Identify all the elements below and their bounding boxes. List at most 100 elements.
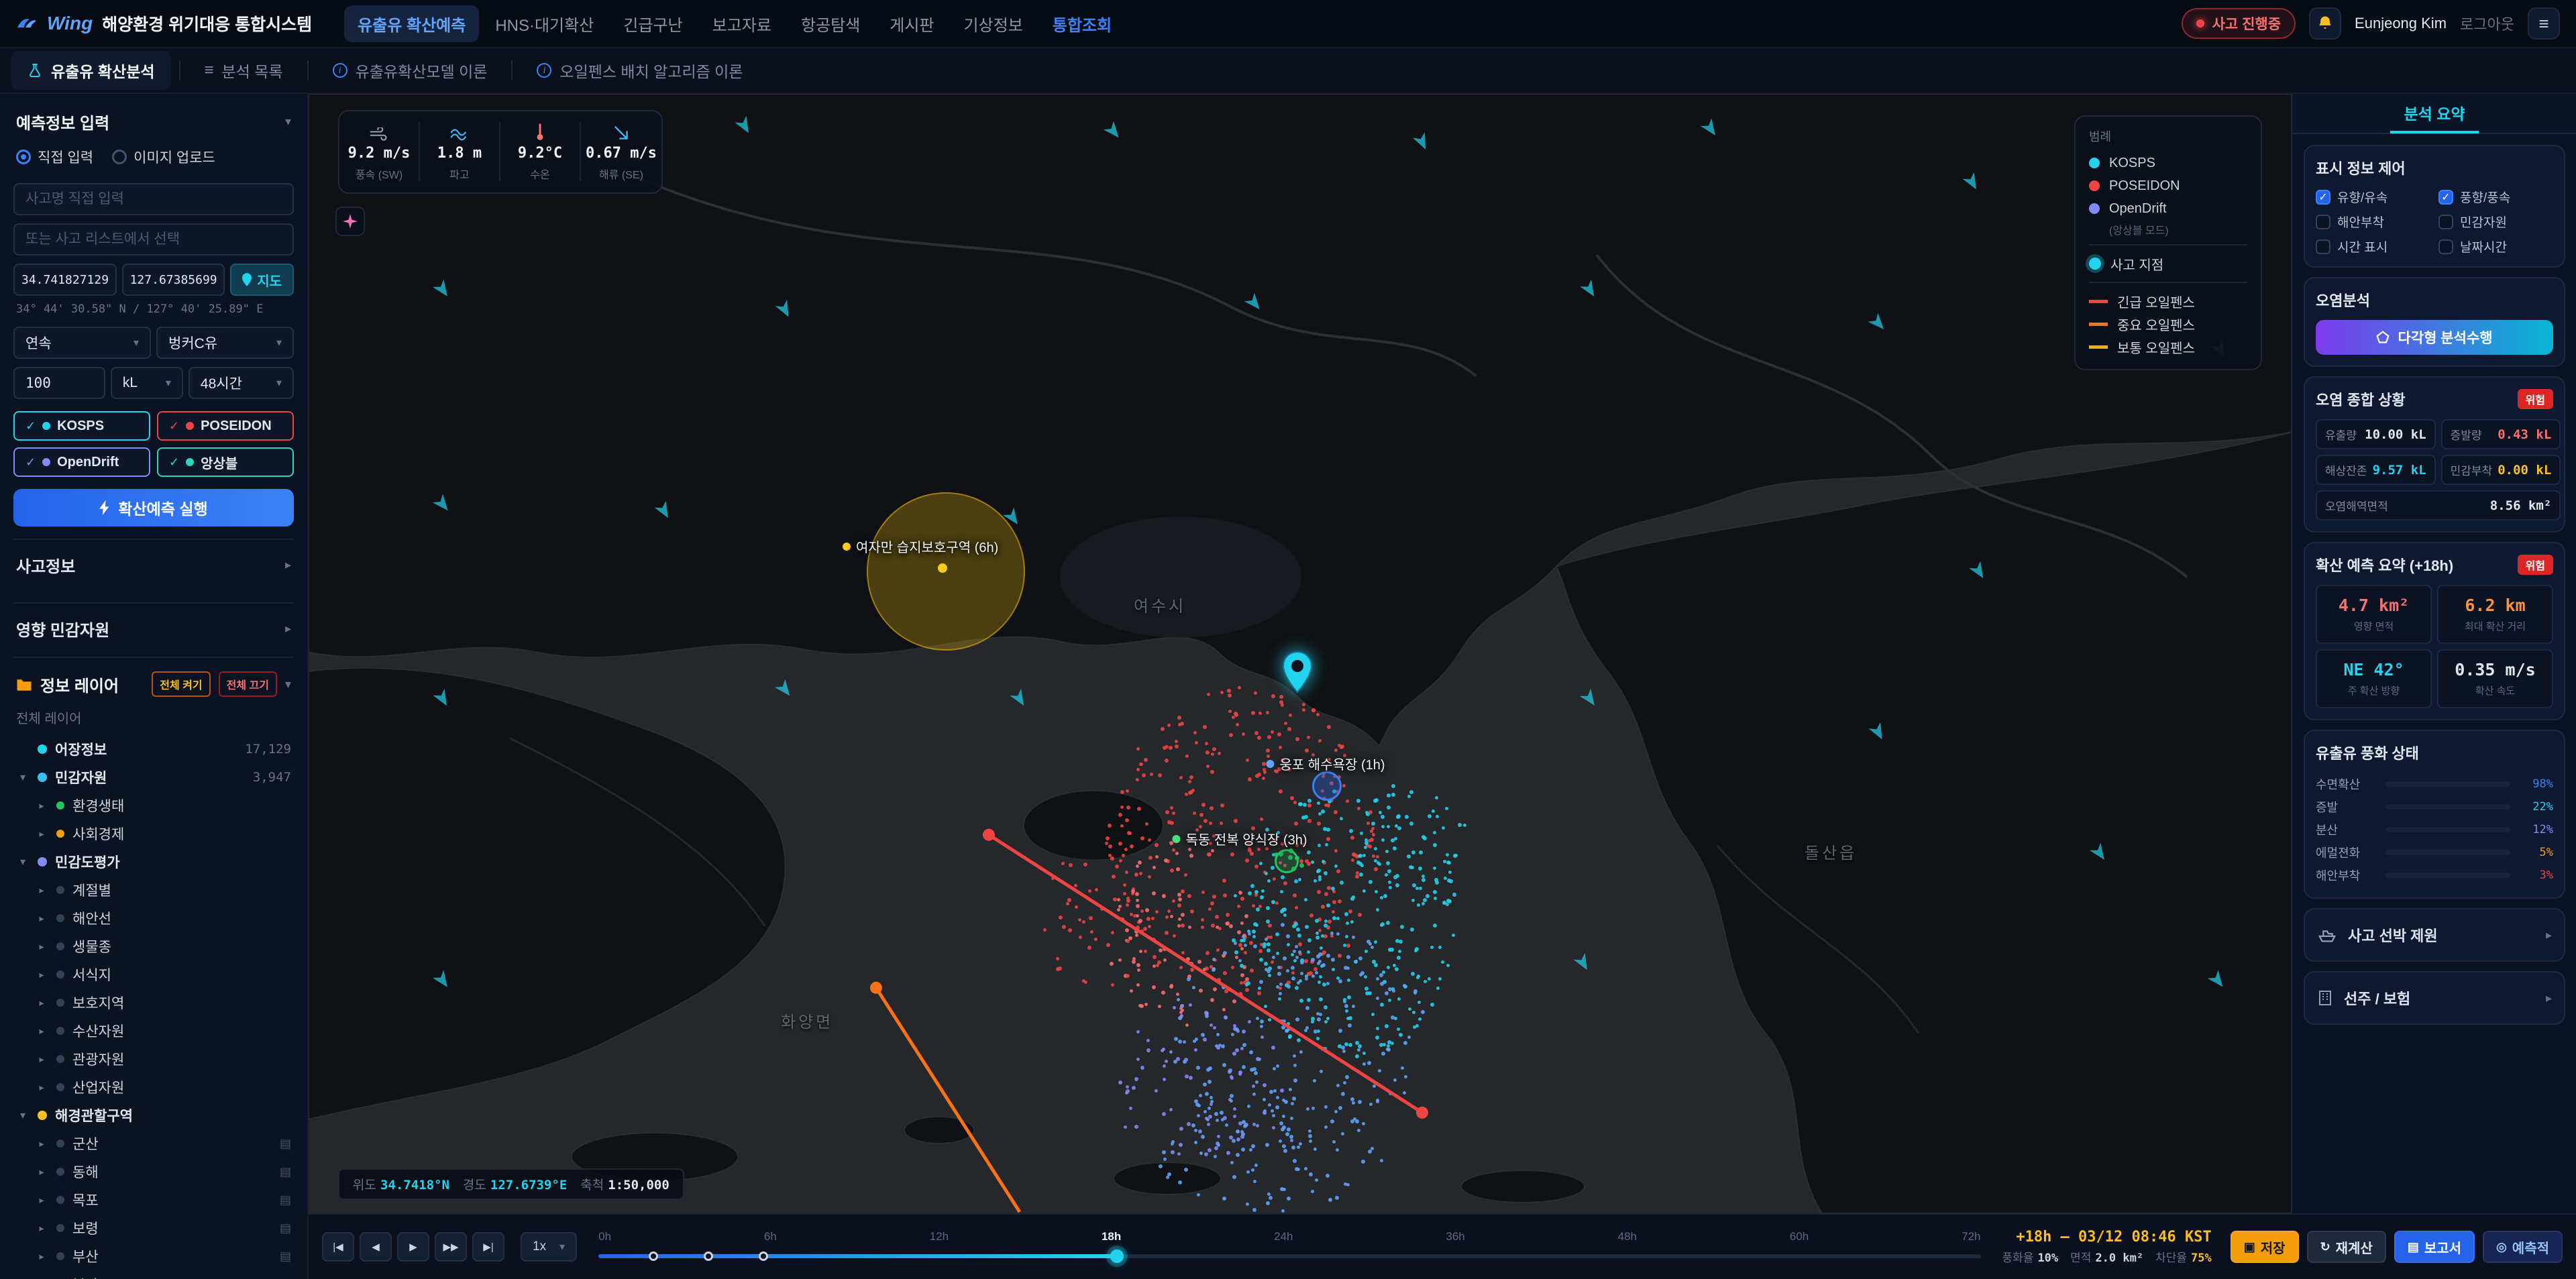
slider-handle[interactable] bbox=[1110, 1249, 1124, 1263]
oil-type-select[interactable]: 벙커C유 ▾ bbox=[156, 327, 294, 359]
beach-resource-marker[interactable] bbox=[1312, 771, 1342, 801]
model-chip[interactable]: ✓ 앙상블 bbox=[157, 447, 294, 477]
accident-name-input[interactable] bbox=[13, 183, 294, 215]
tab-diffusion-analysis[interactable]: 유출유 확산분석 bbox=[11, 51, 171, 90]
layer-item[interactable]: ▸ 보령 ▤ bbox=[13, 1214, 294, 1242]
nav-item[interactable]: 보고자료 bbox=[699, 5, 785, 42]
checkbox-icon[interactable]: ✓ bbox=[2316, 189, 2330, 205]
owner-insurance-section[interactable]: 선주 / 보험 ▸ bbox=[2304, 971, 2565, 1025]
action-button[interactable]: ↻ 재계산 bbox=[2306, 1231, 2386, 1263]
layer-item[interactable]: ▸ 수산자원 bbox=[13, 1017, 294, 1045]
chevron-down-icon[interactable]: ▾ bbox=[285, 677, 291, 691]
nav-item[interactable]: 유출유 확산예측 bbox=[344, 5, 480, 42]
farm-resource-marker[interactable] bbox=[1275, 849, 1299, 873]
layer-item[interactable]: ▸ 보호지역 bbox=[13, 989, 294, 1017]
chevron-down-icon[interactable]: ▾ bbox=[285, 115, 291, 129]
accident-info-section[interactable]: 사고정보 ▸ bbox=[13, 539, 294, 590]
incident-pin[interactable] bbox=[1281, 651, 1313, 699]
display-option[interactable]: ✓ 날짜시간 bbox=[2438, 237, 2553, 256]
model-chip[interactable]: ✓ KOSPS bbox=[13, 411, 150, 441]
longitude-input[interactable] bbox=[121, 264, 225, 296]
play-button[interactable]: ▶ bbox=[397, 1232, 429, 1262]
nav-item[interactable]: 항공탐색 bbox=[788, 5, 873, 42]
summary-tab[interactable]: 분석 요약 bbox=[2390, 94, 2479, 133]
layer-item[interactable]: ▸ 환경생태 bbox=[13, 791, 294, 820]
layers-section-header[interactable]: 정보 레이어 전체 켜기 전체 끄기 ▾ bbox=[13, 657, 294, 705]
logout-link[interactable]: 로그아웃 bbox=[2460, 13, 2514, 34]
checkbox-icon[interactable]: ✓ bbox=[2438, 189, 2453, 205]
step-back-button[interactable]: ◀ bbox=[360, 1232, 392, 1262]
nav-item[interactable]: 긴급구난 bbox=[610, 5, 696, 42]
display-option[interactable]: ✓ 해안부착 bbox=[2316, 213, 2430, 231]
action-button[interactable]: ▣ 저장 bbox=[2230, 1231, 2299, 1263]
map-measure-tool-button[interactable] bbox=[335, 207, 365, 236]
accident-list-input[interactable] bbox=[13, 223, 294, 256]
map-canvas[interactable]: 여수시 화양면 돌산읍 여자만 습지보호구역 (6h) 웅포 해수욕장 (1h)… bbox=[309, 94, 2292, 1213]
fast-forward-button[interactable]: ▶▶ bbox=[435, 1232, 467, 1262]
action-button[interactable]: ◎ 예측적 bbox=[2483, 1231, 2563, 1263]
display-option[interactable]: ✓ 민감자원 bbox=[2438, 213, 2553, 231]
summary-scroll[interactable]: 표시 정보 제어 ✓ 유향/유속 ✓ 풍향/풍속 해안부착 민감자원 시간 표시… bbox=[2293, 134, 2576, 1213]
radio-direct-input[interactable]: 직접 입력 bbox=[16, 147, 93, 167]
layer-item[interactable]: ▸ 목포 ▤ bbox=[13, 1186, 294, 1214]
menu-button[interactable]: ≡ bbox=[2528, 7, 2560, 40]
skip-end-button[interactable]: ▶| bbox=[472, 1232, 504, 1262]
action-button[interactable]: ▤ 보고서 bbox=[2394, 1231, 2475, 1263]
nav-item[interactable]: 통합조회 bbox=[1039, 5, 1125, 42]
radio-image-upload[interactable]: 이미지 업로드 bbox=[112, 147, 215, 167]
latitude-input[interactable] bbox=[13, 264, 117, 296]
layer-group[interactable]: ▾ 민감자원 3,947 bbox=[13, 763, 294, 791]
incident-status-badge[interactable]: 사고 진행중 bbox=[2181, 8, 2296, 39]
layer-item[interactable]: ▸ 해안선 bbox=[13, 904, 294, 932]
layer-group[interactable]: 어장정보 17,129 bbox=[13, 735, 294, 763]
predict-section-header[interactable]: 예측정보 입력 ▾ bbox=[13, 105, 294, 144]
nav-item[interactable]: HNS·대기확산 bbox=[482, 5, 607, 42]
brand[interactable]: Wing 해양환경 위기대응 통합시스템 bbox=[16, 11, 312, 36]
nav-item[interactable]: 기상정보 bbox=[951, 5, 1036, 42]
checkbox-icon[interactable]: ✓ bbox=[2316, 214, 2330, 229]
tab-analysis-list[interactable]: ≡ 분석 목록 bbox=[189, 51, 299, 90]
checkbox-icon[interactable]: ✓ bbox=[2438, 239, 2453, 254]
layer-item[interactable]: ▸ 사회경제 bbox=[13, 820, 294, 848]
layer-item[interactable]: ▸ 서식지 bbox=[13, 960, 294, 989]
polygon-analysis-button[interactable]: 다각형 분석수행 bbox=[2316, 320, 2553, 355]
display-option[interactable]: ✓ 시간 표시 bbox=[2316, 237, 2430, 256]
layer-item[interactable]: ▸부안▤ bbox=[13, 1270, 294, 1279]
spill-mode-select[interactable]: 연속 ▾ bbox=[13, 327, 151, 359]
event-marker[interactable] bbox=[759, 1252, 769, 1261]
layer-item[interactable]: ▸ 관광자원 bbox=[13, 1045, 294, 1073]
tab-boom-theory[interactable]: i 오일펜스 배치 알고리즘 이론 bbox=[521, 51, 759, 90]
checkbox-icon[interactable]: ✓ bbox=[2438, 214, 2453, 229]
layer-item[interactable]: ▸ 군산 ▤ bbox=[13, 1129, 294, 1158]
tab-model-theory[interactable]: i 유출유확산모델 이론 bbox=[317, 51, 504, 90]
speed-select[interactable]: 1x ▾ bbox=[521, 1232, 578, 1262]
event-marker[interactable] bbox=[703, 1252, 713, 1261]
layer-group[interactable]: ▾ 민감도평가 bbox=[13, 848, 294, 876]
layer-item[interactable]: ▸ 동해 ▤ bbox=[13, 1158, 294, 1186]
unit-select[interactable]: kL ▾ bbox=[110, 367, 183, 399]
layers-all-on-button[interactable]: 전체 켜기 bbox=[152, 671, 211, 697]
timeline-slider[interactable] bbox=[598, 1249, 1981, 1264]
nav-item[interactable]: 게시판 bbox=[876, 5, 947, 42]
layers-all-off-button[interactable]: 전체 끄기 bbox=[218, 671, 277, 697]
skip-start-button[interactable]: |◀ bbox=[322, 1232, 354, 1262]
model-chip[interactable]: ✓ OpenDrift bbox=[13, 447, 150, 477]
radio-icon[interactable] bbox=[112, 150, 127, 164]
event-marker[interactable] bbox=[648, 1252, 658, 1261]
radio-icon[interactable] bbox=[16, 150, 31, 164]
run-prediction-button[interactable]: 확산예측 실행 bbox=[13, 489, 294, 526]
notifications-button[interactable] bbox=[2309, 7, 2342, 40]
layer-item[interactable]: ▸ 산업자원 bbox=[13, 1073, 294, 1101]
layer-item[interactable]: ▸ 생물종 bbox=[13, 932, 294, 960]
layer-item[interactable]: ▸ 부산 ▤ bbox=[13, 1242, 294, 1270]
checkbox-icon[interactable]: ✓ bbox=[2316, 239, 2330, 254]
sidebar-scroll[interactable]: 예측정보 입력 ▾ 직접 입력 이미지 업로드 사고명 직접 입력 또는 사고 … bbox=[0, 94, 307, 1279]
vessel-spec-section[interactable]: 사고 선박 제원 ▸ bbox=[2304, 908, 2565, 962]
impact-resources-section[interactable]: 영향 민감자원 ▸ bbox=[13, 602, 294, 654]
display-option[interactable]: ✓ 풍향/풍속 bbox=[2438, 188, 2553, 206]
display-option[interactable]: ✓ 유향/유속 bbox=[2316, 188, 2430, 206]
model-chip[interactable]: ✓ POSEIDON bbox=[157, 411, 294, 441]
duration-select[interactable]: 48시간 ▾ bbox=[188, 367, 294, 399]
layer-group[interactable]: ▾ 해경관할구역 bbox=[13, 1101, 294, 1129]
layer-item[interactable]: ▸ 계절별 bbox=[13, 876, 294, 904]
